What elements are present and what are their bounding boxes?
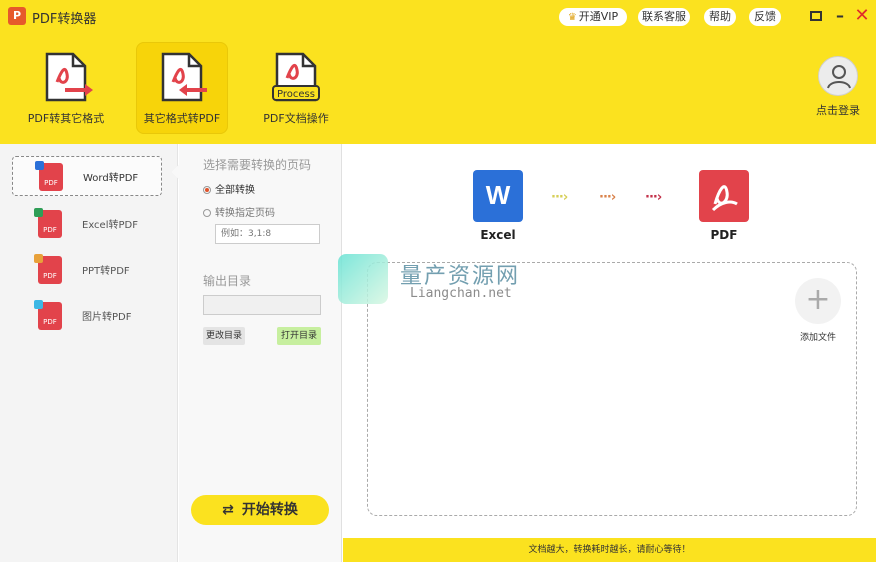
help-button[interactable]: 帮助 <box>704 8 736 26</box>
pdf-file-icon: PDF <box>35 161 63 191</box>
add-file-label: 添加文件 <box>799 333 836 343</box>
tool-label: PDF文档操作 <box>263 112 329 125</box>
conversion-area: W Excel ···› ···› ···› PDF + 添加文件 <box>343 144 876 538</box>
arrow-icon: ···› <box>599 190 616 205</box>
sidebar-item-word-to-pdf[interactable]: PDF Word转PDF <box>12 156 162 196</box>
watermark: 量产资源网 Liangchan.net <box>338 254 558 308</box>
pages-heading: 选择需要转换的页码 <box>203 158 312 172</box>
arrow-icon: ···› <box>551 190 568 205</box>
output-dir-field[interactable] <box>203 295 321 315</box>
login-label: 点击登录 <box>816 104 860 117</box>
title-bar: P PDF转换器 ♛ 开通VIP 联系客服 帮助 反馈 – ✕ <box>0 0 876 32</box>
maximize-icon <box>810 11 822 21</box>
all-pages-radio[interactable]: 全部转换 <box>203 181 255 196</box>
sidebar-item-label: 图片转PDF <box>82 312 132 323</box>
pdf-export-icon <box>45 52 93 102</box>
sidebar-item-excel-to-pdf[interactable]: PDF Excel转PDF <box>12 204 162 244</box>
tool-label: 其它格式转PDF <box>143 112 221 125</box>
output-heading: 输出目录 <box>203 274 252 288</box>
sidebar-item-label: PPT转PDF <box>82 266 130 277</box>
login-button[interactable]: 点击登录 <box>808 56 868 118</box>
arrow-icon: ···› <box>645 190 662 205</box>
process-badge: Process <box>277 89 315 100</box>
watermark-url: Liangchan.net <box>410 286 512 301</box>
pdf-target-icon <box>699 170 749 222</box>
pdf-file-icon: PDF <box>34 208 62 238</box>
ppt-mini-icon <box>34 254 43 263</box>
watermark-logo-icon <box>338 254 388 304</box>
sidebar-item-ppt-to-pdf[interactable]: PDF PPT转PDF <box>12 250 162 290</box>
pdf-file-icon: PDF <box>34 300 62 330</box>
sidebar-item-image-to-pdf[interactable]: PDF 图片转PDF <box>12 296 162 336</box>
pdf-file-icon: PDF <box>34 254 62 284</box>
app-logo-icon: P <box>8 7 26 25</box>
specific-pages-radio[interactable]: 转换指定页码 <box>203 204 275 219</box>
vip-label: 开通VIP <box>578 10 619 23</box>
target-format-label: PDF <box>710 228 738 242</box>
radio-checked-icon <box>203 186 211 194</box>
plus-icon: + <box>795 278 841 324</box>
sidebar-item-label: Word转PDF <box>83 173 139 184</box>
all-pages-label: 全部转换 <box>215 185 255 196</box>
app-title: PDF转换器 <box>32 12 97 27</box>
image-mini-icon <box>34 300 43 309</box>
main-toolbar: PDF转其它格式 其它格式转PDF Process PDF文档操作 点击登录 <box>0 32 876 144</box>
vip-button[interactable]: ♛ 开通VIP <box>559 8 627 26</box>
tool-pdf-to-other[interactable]: PDF转其它格式 <box>20 42 112 134</box>
start-convert-button[interactable]: ⇄ 开始转换 <box>191 495 329 525</box>
radio-unchecked-icon <box>203 209 211 217</box>
source-format-label: Excel <box>480 228 516 242</box>
feedback-button[interactable]: 反馈 <box>749 8 781 26</box>
status-bar: 文档越大，转换耗时越长，请耐心等待！ <box>343 538 876 562</box>
close-button[interactable]: ✕ <box>852 6 872 26</box>
options-panel: 选择需要转换的页码 全部转换 转换指定页码 输出目录 更改目录 打开目录 ⇄ 开始… <box>179 144 342 562</box>
page-range-input[interactable] <box>215 224 320 244</box>
word-mini-icon <box>35 161 44 170</box>
pdf-import-icon <box>161 52 207 102</box>
tool-pdf-operations[interactable]: Process PDF文档操作 <box>250 42 342 134</box>
pdf-process-icon: Process <box>272 52 320 102</box>
tool-other-to-pdf[interactable]: 其它格式转PDF <box>136 42 228 134</box>
tool-label: PDF转其它格式 <box>27 112 105 125</box>
conversion-type-sidebar: PDF Word转PDF PDF Excel转PDF PDF PPT转PDF P… <box>0 144 178 562</box>
sidebar-item-label: Excel转PDF <box>82 220 138 231</box>
user-icon <box>827 65 851 89</box>
maximize-button[interactable] <box>806 6 826 26</box>
specific-pages-label: 转换指定页码 <box>215 208 275 219</box>
crown-icon: ♛ <box>567 12 577 23</box>
minimize-button[interactable]: – <box>830 6 850 26</box>
word-file-icon: W <box>473 170 523 222</box>
open-dir-button[interactable]: 打开目录 <box>277 327 321 345</box>
change-dir-button[interactable]: 更改目录 <box>203 327 245 345</box>
add-file-button[interactable]: + 添加文件 <box>793 278 843 343</box>
swap-icon: ⇄ <box>222 502 234 518</box>
avatar <box>818 56 858 96</box>
start-label: 开始转换 <box>241 502 298 518</box>
contact-service-button[interactable]: 联系客服 <box>638 8 690 26</box>
excel-mini-icon <box>34 208 43 217</box>
